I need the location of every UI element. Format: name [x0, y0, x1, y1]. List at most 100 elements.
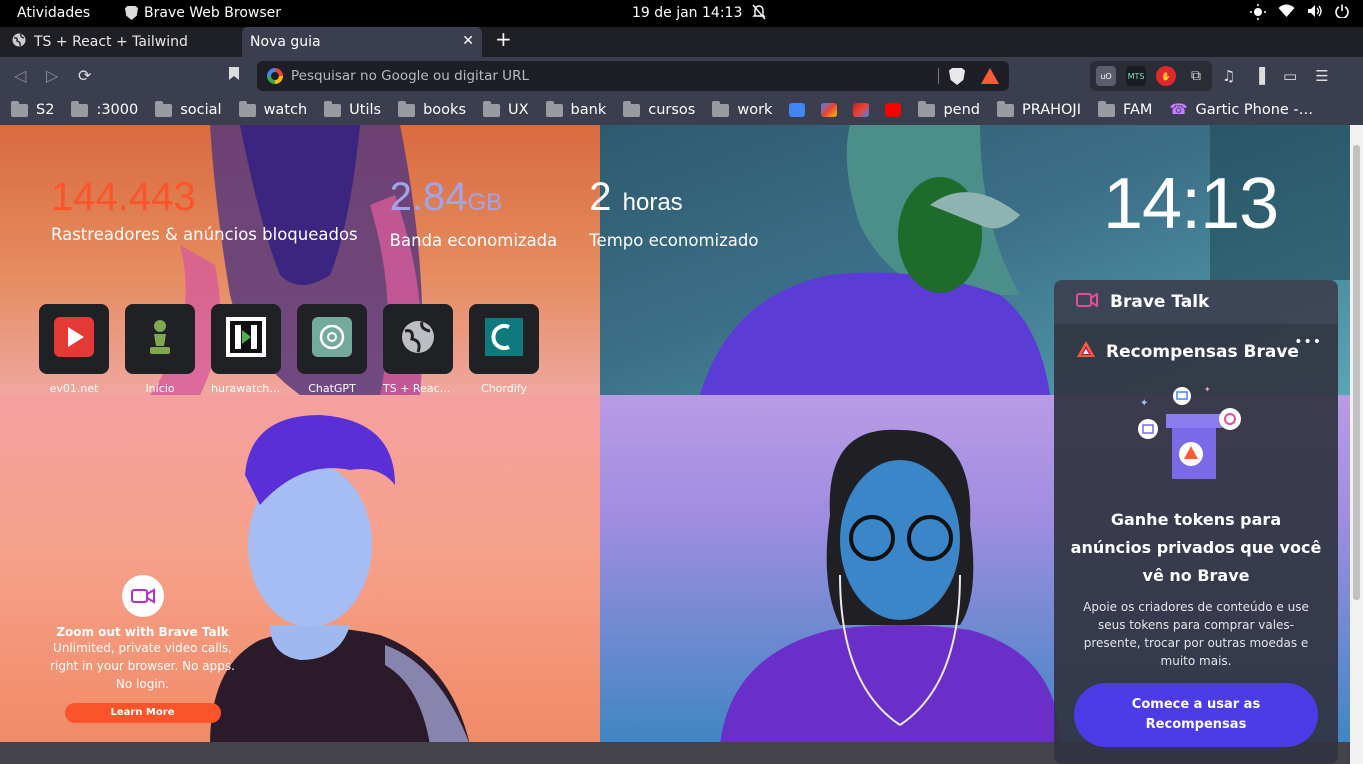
- bookmark-folder-fam[interactable]: FAM: [1098, 100, 1152, 118]
- tile-label: ChatGPT: [308, 382, 356, 395]
- rewards-gift-illustration: ✦ ✦: [1134, 384, 1254, 484]
- mts-extension-icon[interactable]: MTS: [1126, 66, 1146, 86]
- more-options-icon[interactable]: •••: [1294, 334, 1322, 350]
- bookmark-folder-work[interactable]: work: [712, 100, 772, 118]
- chess-pawn-icon: [145, 318, 175, 360]
- gartic-phone-icon: ☎: [1169, 102, 1188, 118]
- gmail-icon: [821, 103, 838, 117]
- top-site-tile[interactable]: TS + React …: [383, 304, 453, 395]
- globe-icon: [400, 319, 436, 359]
- brightness-icon: [1250, 4, 1266, 24]
- bookmark-folder-books[interactable]: books: [398, 100, 466, 118]
- bookmark-folder-bank[interactable]: bank: [545, 100, 606, 118]
- brave-lion-icon: [125, 6, 138, 20]
- stat-bandwidth: 2.84GB Banda economizada: [390, 175, 558, 250]
- address-bar[interactable]: Pesquisar no Google ou digitar URL: [257, 61, 1009, 91]
- bookmark-folder-watch[interactable]: watch: [238, 100, 307, 118]
- new-tab-page: 144.443 Rastreadores & anúncios bloquead…: [0, 125, 1363, 764]
- bookmark-google-translate[interactable]: [789, 103, 806, 117]
- menu-hamburger-icon[interactable]: ☰: [1315, 67, 1328, 85]
- stat-time: 2 horas Tempo economizado: [589, 175, 758, 250]
- bookmark-youtube[interactable]: [885, 103, 902, 117]
- close-icon[interactable]: ✕: [462, 33, 474, 49]
- video-camera-icon: [1076, 292, 1098, 312]
- bookmark-icon[interactable]: [228, 66, 240, 85]
- top-site-tile[interactable]: Início: [125, 304, 195, 395]
- stat-unit: horas: [622, 189, 683, 216]
- bookmark-gmail-2[interactable]: [853, 103, 870, 117]
- brave-talk-card[interactable]: Brave Talk: [1054, 280, 1338, 324]
- scrollbar-thumb[interactable]: [1353, 145, 1360, 600]
- system-top-bar: Atividades Brave Web Browser 19 de jan 1…: [0, 0, 1363, 27]
- tile-icon-box: [39, 304, 109, 374]
- rewards-description: Apoie os criadores de conteúdo e use seu…: [1083, 600, 1309, 668]
- tile-label: TS + React …: [383, 382, 453, 395]
- bookmark-gmail-1[interactable]: [821, 103, 838, 117]
- stat-unit: GB: [467, 189, 503, 216]
- url-placeholder: Pesquisar no Google ou digitar URL: [291, 68, 529, 84]
- top-site-tile[interactable]: Chordify: [469, 304, 539, 395]
- sidebar-toggle-icon[interactable]: ▐: [1253, 67, 1265, 85]
- folder-icon: [398, 100, 416, 117]
- bookmark-folder-cursos[interactable]: cursos: [623, 100, 695, 118]
- new-tab-button[interactable]: +: [495, 27, 512, 51]
- system-tray[interactable]: [1250, 4, 1349, 24]
- folder-icon: [623, 100, 641, 117]
- rewards-heading: Ganhe tokens para anúncios privados que …: [1070, 510, 1322, 585]
- start-rewards-button[interactable]: Comece a usar as Recompensas: [1074, 683, 1318, 747]
- wallet-icon[interactable]: ▭: [1283, 67, 1297, 85]
- youtube-icon: [885, 103, 902, 117]
- learn-more-button[interactable]: Learn More: [64, 703, 221, 723]
- bat-triangle-icon: [1076, 340, 1096, 363]
- tile-label: ev01.net: [49, 382, 99, 395]
- stat-trackers: 144.443 Rastreadores & anúncios bloquead…: [51, 175, 358, 250]
- activities-button[interactable]: Atividades: [17, 5, 90, 21]
- stop-hand-icon[interactable]: ✋: [1156, 66, 1176, 86]
- promo-title: Zoom out with Brave Talk: [56, 625, 229, 639]
- google-translate-icon: [789, 103, 806, 117]
- tile-icon-box: [125, 304, 195, 374]
- app-name: Brave Web Browser: [144, 5, 281, 21]
- top-site-tile[interactable]: ChatGPT: [297, 304, 367, 395]
- chordify-icon: [485, 318, 523, 360]
- brave-rewards-card: Recompensas Brave ••• ✦ ✦ Ganhe tokens p…: [1054, 324, 1338, 764]
- stat-label: Rastreadores & anúncios bloqueados: [51, 225, 358, 244]
- brave-rewards-icon[interactable]: [981, 68, 999, 84]
- bookmark-folder-s2[interactable]: S2: [11, 100, 54, 118]
- tab-ts-react[interactable]: TS + React + Tailwind: [0, 27, 240, 57]
- bookmark-gartic-phone[interactable]: ☎ Gartic Phone -…: [1169, 102, 1313, 118]
- tab-new-tab[interactable]: Nova guia ✕: [242, 27, 482, 57]
- top-site-tile[interactable]: ev01.net: [39, 304, 109, 395]
- reload-button[interactable]: ⟳: [78, 66, 91, 85]
- system-clock[interactable]: 19 de jan 14:13: [632, 5, 742, 21]
- divider: [938, 68, 939, 84]
- folder-icon: [545, 100, 563, 117]
- bookmark-folder-prahoji[interactable]: PRAHOJI: [996, 100, 1081, 118]
- brave-talk-promo: Zoom out with Brave Talk Unlimited, priv…: [40, 575, 245, 723]
- stats-widget: 144.443 Rastreadores & anúncios bloquead…: [51, 175, 758, 250]
- forward-button[interactable]: ▷: [46, 66, 58, 85]
- folder-icon: [483, 100, 500, 117]
- back-button[interactable]: ◁: [14, 66, 26, 85]
- stat-value-row: 2 horas: [589, 175, 758, 225]
- stat-label: Banda economizada: [389, 231, 558, 250]
- bookmark-folder-3000[interactable]: :3000: [71, 100, 138, 118]
- bookmark-folder-social[interactable]: social: [155, 100, 222, 118]
- folder-icon: [1098, 100, 1115, 117]
- folder-icon: [11, 100, 28, 117]
- puzzle-extensions-icon[interactable]: ⧉: [1186, 66, 1206, 86]
- bookmark-folder-pend[interactable]: pend: [918, 100, 980, 118]
- vertical-scrollbar[interactable]: [1350, 125, 1363, 764]
- bookmark-folder-ux[interactable]: UX: [483, 100, 529, 118]
- top-site-tile[interactable]: hurawatch …: [211, 304, 281, 395]
- google-icon: [267, 68, 283, 84]
- bookmark-folder-utils[interactable]: Utils: [324, 100, 381, 118]
- power-icon: [1335, 4, 1349, 24]
- app-menu[interactable]: Brave Web Browser: [125, 5, 281, 21]
- media-music-icon[interactable]: ♫: [1222, 67, 1235, 85]
- stat-value: 144.443: [51, 175, 196, 219]
- stat-value-row: 2.84GB: [390, 175, 558, 225]
- brave-shields-icon[interactable]: [949, 68, 965, 85]
- ublock-icon[interactable]: uO: [1096, 66, 1116, 86]
- folder-icon: [155, 100, 173, 117]
